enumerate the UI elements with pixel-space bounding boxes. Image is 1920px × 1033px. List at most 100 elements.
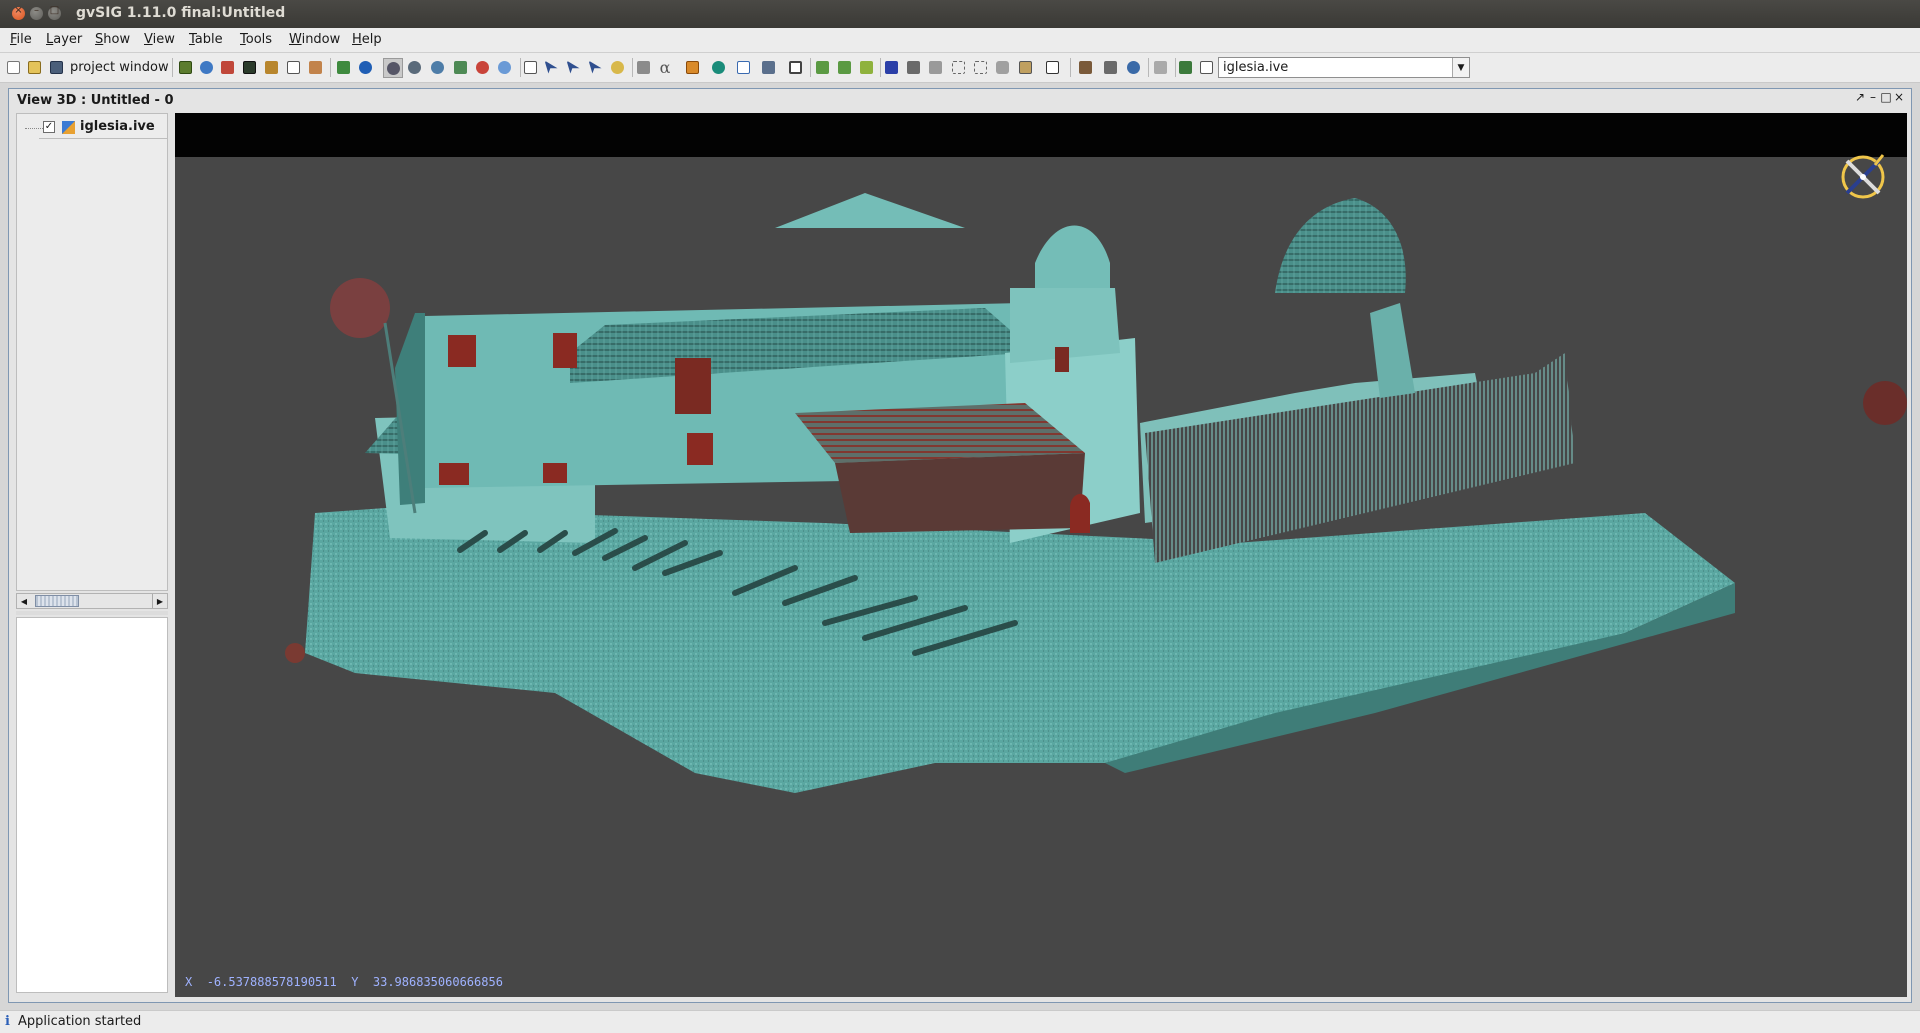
window-minimize-button[interactable]: – [30, 5, 43, 20]
view-restore-button[interactable]: ↗ [1854, 90, 1866, 104]
menu-mnemonic: V [144, 32, 153, 47]
terrain-icon [453, 60, 467, 74]
record-icon [475, 60, 489, 74]
full-extent-icon [736, 60, 750, 74]
view-maximize-button[interactable]: □ [1880, 90, 1892, 104]
project-window-button[interactable]: project window [70, 60, 169, 75]
chevron-down-icon[interactable]: ▼ [1452, 58, 1469, 77]
porch-shadow [835, 453, 1085, 533]
menu-help[interactable]: Help [352, 32, 382, 47]
maximize-icon: □ [49, 5, 60, 16]
zoom-tool-button[interactable] [1124, 58, 1142, 76]
tool-button-12[interactable] [451, 58, 469, 76]
tool-button-17[interactable] [564, 58, 582, 76]
scroll-left-arrow-icon[interactable]: ◀ [17, 594, 31, 608]
transparency-button[interactable]: α [656, 58, 674, 77]
tool-button-13[interactable] [473, 58, 491, 76]
tool-button-4[interactable] [240, 58, 258, 76]
tool-button-39[interactable] [1101, 58, 1119, 76]
tool-button-18[interactable] [586, 58, 604, 76]
layer-list-button[interactable] [1176, 58, 1194, 76]
tool-button-8[interactable] [334, 58, 352, 76]
sphere-view-button[interactable] [495, 58, 513, 76]
tool-button-37[interactable] [1043, 58, 1061, 76]
menu-label: elp [361, 32, 382, 47]
open-project-button[interactable] [25, 58, 43, 76]
tool-button-20[interactable] [634, 58, 652, 76]
menu-view[interactable]: View [144, 32, 175, 47]
window-maximize-button[interactable]: □ [48, 5, 61, 20]
menu-window[interactable]: Window [289, 32, 340, 47]
tool-button-38[interactable] [1076, 58, 1094, 76]
menu-table[interactable]: Table [189, 32, 223, 47]
y-label: Y [351, 975, 359, 989]
view-close-button[interactable]: × [1893, 90, 1905, 104]
toc-splitter[interactable] [16, 611, 168, 615]
layer-name[interactable]: iglesia.ive [80, 119, 155, 134]
menu-layer[interactable]: Layer [46, 32, 82, 47]
tool-button-22[interactable] [683, 58, 701, 76]
active-layer-select[interactable]: iglesia.ive ▼ [1218, 57, 1470, 78]
magnifier-icon [1126, 60, 1140, 74]
layer-visibility-checkbox[interactable]: ✓ [43, 121, 55, 133]
compass-icon[interactable] [1835, 149, 1891, 205]
save-project-button[interactable] [47, 58, 65, 76]
tool-button-31[interactable] [904, 58, 922, 76]
tool-button-34[interactable] [971, 58, 989, 76]
menu-tools[interactable]: Tools [240, 32, 272, 47]
menu-show[interactable]: Show [95, 32, 130, 47]
new-project-button[interactable] [4, 58, 22, 76]
tool-button-2[interactable] [197, 58, 215, 76]
status-bar: i Application started [0, 1010, 1920, 1033]
menu-file[interactable]: File [10, 32, 32, 47]
tool-button-6[interactable] [284, 58, 302, 76]
close-icon: × [1893, 90, 1905, 104]
tool-button-26[interactable] [786, 58, 804, 76]
window [448, 335, 476, 367]
coordinate-readout: X -6.537888578190511 Y 33.98683506066685… [185, 975, 503, 989]
full-extent-button[interactable] [734, 58, 752, 76]
measure-icon [636, 60, 650, 74]
zoom-button[interactable] [428, 58, 446, 76]
tool-button-30[interactable] [882, 58, 900, 76]
tool-button-33[interactable] [949, 58, 967, 76]
add-layer-button[interactable] [176, 58, 194, 76]
tool-button-27[interactable] [813, 58, 831, 76]
title-bar: × – □ gvSIG 1.11.0 final:Untitled [0, 0, 1920, 28]
tool-button-36[interactable] [1016, 58, 1034, 76]
select-pointer-button[interactable] [542, 58, 560, 76]
view-3d-canvas[interactable]: X -6.537888578190511 Y 33.98683506066685… [175, 113, 1907, 997]
dome [1275, 198, 1406, 293]
tool-button-19[interactable] [608, 58, 626, 76]
toc-horizontal-scrollbar[interactable]: ◀ ▶ [16, 593, 168, 609]
window-close-button[interactable]: × [12, 5, 25, 20]
tool-button-23[interactable] [709, 58, 727, 76]
tool-button-35[interactable] [993, 58, 1011, 76]
menu-label: indow [301, 32, 341, 47]
pointer-icon [544, 60, 558, 74]
tool-button-5[interactable] [262, 58, 280, 76]
orbit-button[interactable] [405, 58, 423, 76]
select-rectangle-button[interactable] [521, 58, 539, 76]
tool-button-29[interactable] [857, 58, 875, 76]
sphere-icon [497, 60, 511, 74]
rectangle-select-icon [523, 60, 537, 74]
cube-icon [906, 60, 920, 74]
info-button[interactable] [356, 58, 374, 76]
tool-button-25[interactable] [759, 58, 777, 76]
tool-button-3[interactable] [218, 58, 236, 76]
tool-button-41[interactable] [1151, 58, 1169, 76]
new-document-icon [6, 60, 20, 74]
tool-button-7[interactable] [306, 58, 324, 76]
tree-add-icon [837, 60, 851, 74]
scroll-right-arrow-icon[interactable]: ▶ [152, 594, 167, 608]
folder-open-icon [27, 60, 41, 74]
scroll-thumb[interactable] [35, 595, 79, 607]
minimize-icon: – [34, 5, 39, 16]
zoom-icon [430, 60, 444, 74]
navigation-mode-button[interactable] [383, 58, 403, 78]
tool-button-28[interactable] [835, 58, 853, 76]
view-minimize-button[interactable]: – [1867, 90, 1879, 104]
tool-button-32[interactable] [926, 58, 944, 76]
layer-properties-button[interactable] [1197, 58, 1215, 76]
